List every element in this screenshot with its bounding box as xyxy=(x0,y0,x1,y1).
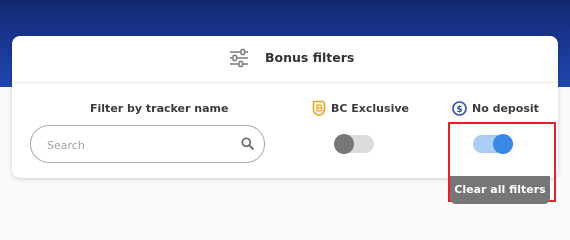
clear-all-filters-button[interactable]: Clear all filters xyxy=(450,176,550,204)
bc-exclusive-heading: BC Exclusive xyxy=(312,100,409,116)
no-deposit-toggle[interactable] xyxy=(473,134,513,154)
bonus-filters-panel: Bonus filters Filter by tracker name BC … xyxy=(12,36,558,202)
tracker-search-box xyxy=(30,125,265,163)
tracker-filter-label: Filter by tracker name xyxy=(90,102,229,115)
panel-title: Bonus filters xyxy=(265,50,355,65)
bc-exclusive-label: BC Exclusive xyxy=(331,101,409,115)
search-icon[interactable] xyxy=(241,137,254,150)
no-deposit-heading: $ No deposit xyxy=(452,100,539,116)
bc-exclusive-toggle[interactable] xyxy=(334,134,374,154)
no-deposit-label: No deposit xyxy=(472,101,539,115)
search-input[interactable] xyxy=(45,135,229,155)
sliders-icon xyxy=(230,48,248,68)
dollar-coin-icon: $ xyxy=(452,100,467,116)
bc-badge-icon xyxy=(312,100,326,116)
panel-header: Bonus filters xyxy=(12,36,558,83)
svg-text:$: $ xyxy=(456,105,462,115)
toggle-knob xyxy=(493,134,513,154)
toggle-knob xyxy=(334,134,354,154)
